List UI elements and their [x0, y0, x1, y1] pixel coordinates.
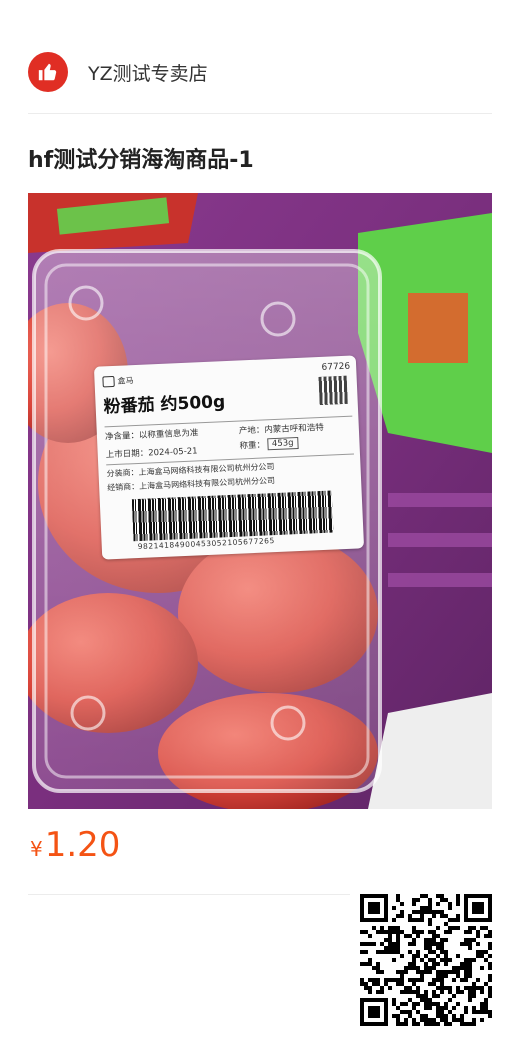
label-barcode: [131, 490, 334, 542]
thumbs-up-icon: [28, 52, 68, 92]
price-divider: [28, 894, 350, 895]
header-divider: [28, 113, 492, 114]
label-qr-icon: [318, 375, 348, 405]
label-brand: 盒马: [117, 376, 134, 386]
label-code: 67726: [321, 361, 351, 373]
store-name[interactable]: YZ测试专卖店: [88, 59, 208, 86]
store-header[interactable]: YZ测试专卖店: [28, 48, 208, 96]
label-net-content: 净含量：以称重信息为准: [104, 428, 199, 443]
price-value: 1.20: [44, 825, 121, 865]
price-currency: ¥: [30, 837, 43, 861]
label-product-name: 粉番茄 约500g: [103, 392, 226, 418]
product-price: ¥ 1.20: [30, 825, 120, 865]
product-image[interactable]: 盒马 67726 粉番茄 约500g 净含量：以称重信息为准 产地：内蒙古呼和浩…: [28, 193, 492, 809]
price-label-sticker: 盒马 67726 粉番茄 约500g 净含量：以称重信息为准 产地：内蒙古呼和浩…: [93, 355, 365, 560]
label-origin: 产地：内蒙古呼和浩特: [238, 422, 325, 437]
label-weight-value: 453g: [266, 436, 299, 451]
label-weight-label: 称重：: [239, 440, 266, 452]
qr-code-graphic: [360, 894, 492, 1026]
product-title: hf测试分销海淘商品-1: [28, 148, 254, 173]
qr-code[interactable]: [360, 894, 492, 1026]
hema-logo-icon: [102, 375, 115, 388]
label-date: 上市日期：2024-05-21: [105, 446, 198, 461]
product-share-page: YZ测试专卖店 hf测试分销海淘商品-1 盒马 67726 粉番茄 约500g …: [0, 0, 520, 1055]
